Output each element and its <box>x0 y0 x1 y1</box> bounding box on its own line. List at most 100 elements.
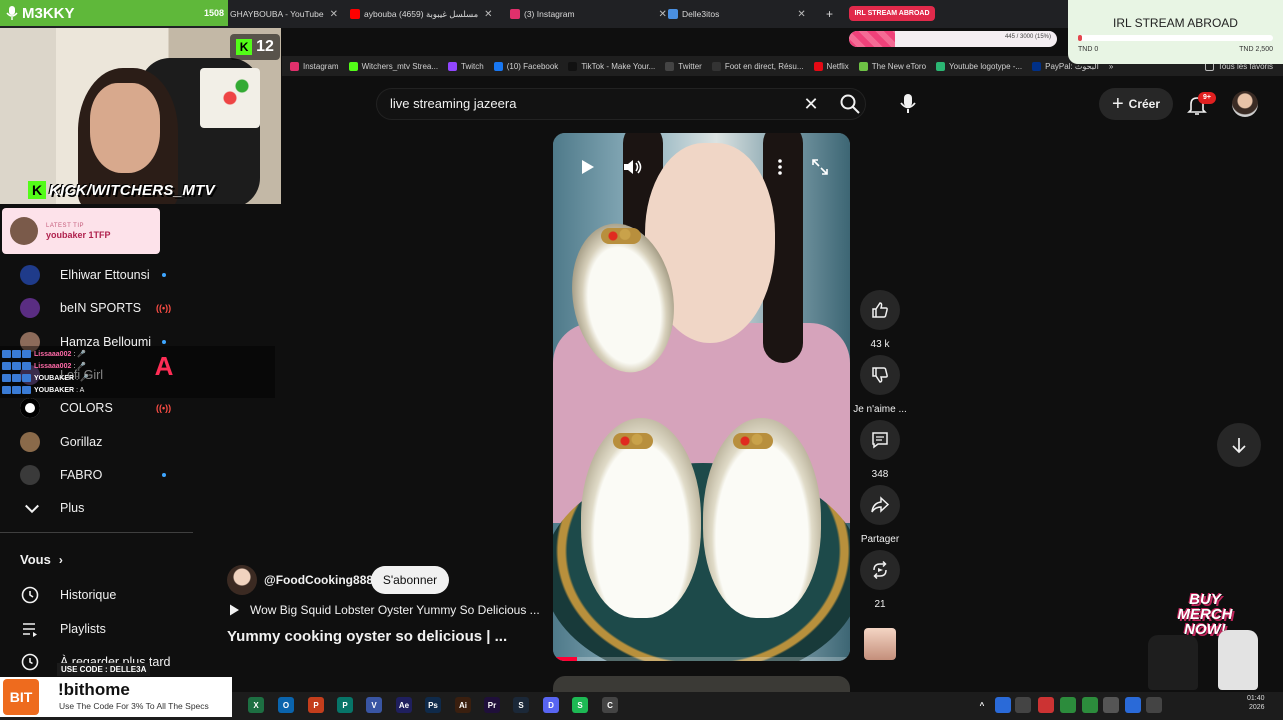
tray-app-icon[interactable] <box>995 697 1011 713</box>
bookmark-label: Twitter <box>678 61 702 71</box>
illustrator-icon[interactable]: Ai <box>455 697 471 713</box>
tray-app-icon[interactable] <box>1125 697 1141 713</box>
you-section-header[interactable]: Vous › <box>20 552 63 567</box>
after-effects-icon[interactable]: Ae <box>396 697 412 713</box>
subscribe-button[interactable]: S'abonner <box>371 566 449 594</box>
chat-text: : 🎤 <box>73 363 86 370</box>
bookmark-item[interactable]: Youtube logotype -... <box>936 61 1022 71</box>
wifi-icon[interactable] <box>1168 697 1184 713</box>
comments-button[interactable] <box>860 420 900 460</box>
microphone-icon[interactable] <box>895 90 921 118</box>
sidebar-item-channel[interactable]: beIN SPORTS ((•)) <box>0 293 190 323</box>
account-avatar[interactable] <box>1232 91 1258 117</box>
irl-stream-tab[interactable]: IRL STREAM ABROAD <box>849 6 935 21</box>
video-progress-bar[interactable] <box>553 657 850 661</box>
sidebar-item-history[interactable]: Historique <box>0 580 190 610</box>
chat-username: Lissaaa002 <box>34 350 72 358</box>
chat-text: : A <box>76 386 85 394</box>
sound-channel-thumbnail[interactable] <box>864 628 896 660</box>
clear-search-icon[interactable]: ✕ <box>800 93 822 115</box>
remix-button[interactable] <box>860 550 900 590</box>
visio-icon[interactable]: V <box>366 697 382 713</box>
share-action[interactable]: Partager <box>860 485 900 545</box>
like-button[interactable] <box>860 290 900 330</box>
close-icon[interactable]: ✕ <box>330 9 338 20</box>
dislike-button[interactable] <box>860 355 900 395</box>
channel-name[interactable]: @FoodCooking888 <box>264 573 373 587</box>
bookmark-item[interactable]: Twitch <box>448 61 484 71</box>
tray-app-icon[interactable] <box>1038 697 1054 713</box>
next-short-button[interactable] <box>1217 423 1261 467</box>
bookmark-item[interactable]: The New eToro <box>858 61 926 71</box>
share-button[interactable] <box>860 485 900 525</box>
channel-avatar[interactable] <box>227 565 257 595</box>
comments-action[interactable]: 348 <box>860 420 900 480</box>
network-icon[interactable] <box>1188 697 1204 713</box>
related-video-link[interactable]: Wow Big Squid Lobster Oyster Yummy So De… <box>227 603 540 617</box>
create-button[interactable]: + Créer <box>1099 88 1173 120</box>
tray-app-icon[interactable] <box>1060 697 1076 713</box>
fullscreen-icon[interactable] <box>806 153 834 181</box>
chat-badge-icon <box>12 386 21 394</box>
steam-icon[interactable]: S <box>513 697 529 713</box>
tab-delle3itos[interactable]: Delle3itos ✕ <box>668 4 806 24</box>
tray-app-icon[interactable] <box>1146 697 1162 713</box>
sidebar-item-label: Historique <box>60 588 117 602</box>
search-icon[interactable] <box>838 92 862 116</box>
outlook-icon[interactable]: O <box>278 697 294 713</box>
play-icon <box>230 604 239 616</box>
tab-instagram[interactable]: (3) Instagram ✕ <box>510 4 667 24</box>
discord-icon[interactable]: D <box>543 697 559 713</box>
sidebar-more[interactable]: Plus <box>0 493 190 523</box>
close-icon[interactable]: ✕ <box>484 9 492 20</box>
spotify-icon[interactable]: S <box>572 697 588 713</box>
tray-app-icon[interactable] <box>1015 697 1031 713</box>
thumbs-up-icon <box>872 302 888 318</box>
dislike-action[interactable]: Je n'aime ... <box>853 355 907 415</box>
short-video-player[interactable] <box>553 133 850 661</box>
play-icon[interactable] <box>573 153 601 181</box>
bookmark-item[interactable]: Netflix <box>813 61 849 71</box>
donation-progress-text: 445 / 3000 (15%) <box>1004 34 1051 40</box>
bookmark-item[interactable]: Twitter <box>665 61 702 71</box>
chrome-icon[interactable]: C <box>602 697 618 713</box>
close-icon[interactable]: ✕ <box>659 9 667 20</box>
more-options-icon[interactable] <box>766 153 794 181</box>
battery-icon[interactable] <box>1222 697 1238 713</box>
like-count: 43 k <box>870 339 890 350</box>
tab-youtube-series[interactable]: aybouba مسلسل غيبوبة (4659) ✕ <box>350 4 493 24</box>
youtube-favicon-icon <box>350 9 360 19</box>
premiere-icon[interactable]: Pr <box>484 697 500 713</box>
tray-chevron-icon[interactable]: ^ <box>974 697 990 713</box>
tray-app-icon[interactable] <box>1082 697 1098 713</box>
like-action[interactable]: 43 k <box>860 290 900 350</box>
bookmark-item[interactable]: Foot en direct, Résu... <box>711 61 804 71</box>
bookmark-favicon-icon <box>936 61 946 71</box>
system-clock[interactable]: 01:40 2026 <box>1247 694 1265 712</box>
sidebar-item-channel[interactable]: Gorillaz <box>0 427 190 457</box>
publisher-icon[interactable]: P <box>337 697 353 713</box>
sidebar-item-playlists[interactable]: Playlists <box>0 614 190 644</box>
search-input[interactable]: live streaming jazeera <box>390 96 516 111</box>
volume-icon[interactable] <box>1205 697 1221 713</box>
remix-action[interactable]: 21 <box>860 550 900 610</box>
sponsor-logo: BIT <box>3 679 39 715</box>
tab-youtube-ghaybouba[interactable]: GHAYBOUBA - YouTube ✕ <box>230 4 338 24</box>
bookmark-item[interactable]: (10) Facebook <box>493 61 558 71</box>
sidebar-item-channel[interactable]: FABRO <box>0 460 190 490</box>
bookmark-item[interactable]: TikTok - Make Your... <box>568 61 655 71</box>
streamer-name: M3KKY <box>22 4 75 22</box>
new-tab-button[interactable]: + <box>826 4 833 24</box>
photoshop-icon[interactable]: Ps <box>425 697 441 713</box>
chat-message: Lissaaa002: 🎤 <box>2 360 86 372</box>
chat-message: Lissaaa002: 🎤 <box>2 348 86 360</box>
powerpoint-icon[interactable]: P <box>308 697 324 713</box>
sidebar-item-channel[interactable]: Elhiwar Ettounsi <box>0 260 190 290</box>
volume-icon[interactable] <box>619 153 647 181</box>
bookmark-item[interactable]: Instagram <box>290 61 339 71</box>
excel-icon[interactable]: X <box>248 697 264 713</box>
short-title[interactable]: Yummy cooking oyster so delicious | ... <box>227 628 507 645</box>
bookmark-item[interactable]: Witchers_mtv Strea... <box>348 61 438 71</box>
close-icon[interactable]: ✕ <box>797 9 805 20</box>
tray-app-icon[interactable] <box>1103 697 1119 713</box>
